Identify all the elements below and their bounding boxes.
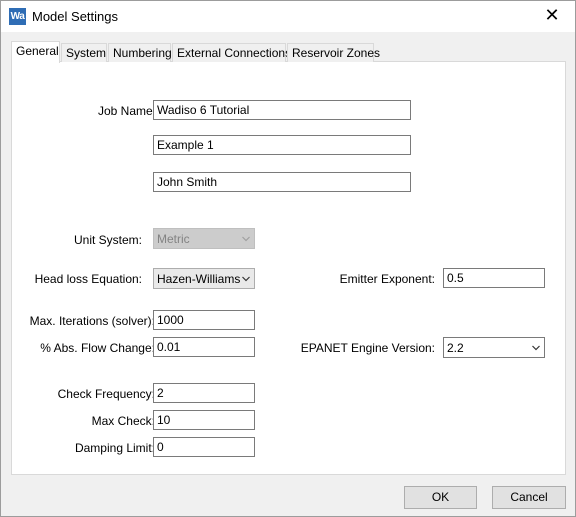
emitter-exponent-input[interactable]: 0.5 <box>443 268 545 288</box>
damping-limit-input[interactable]: 0 <box>153 437 255 457</box>
max-iterations-label: Max. Iterations (solver): <box>29 314 155 328</box>
chevron-down-icon <box>242 276 250 282</box>
check-frequency-input[interactable]: 2 <box>153 383 255 403</box>
job-name-label: Job Name: <box>97 104 156 118</box>
window-title: Model Settings <box>32 9 118 24</box>
max-check-label: Max Check: <box>91 414 155 428</box>
model-settings-dialog: Wa Model Settings ✕ Job Name: Wadiso 6 T… <box>0 0 576 517</box>
tab-reservoir-zones[interactable]: Reservoir Zones <box>287 43 380 62</box>
tab-external-connections[interactable]: External Connections <box>172 43 291 62</box>
tab-label: Numbering <box>113 46 172 60</box>
tab-system[interactable]: System <box>61 43 107 62</box>
damping-limit-label: Damping Limit: <box>74 441 155 455</box>
cancel-button[interactable]: Cancel <box>492 486 566 509</box>
tab-label: External Connections <box>177 46 292 60</box>
tab-label: Reservoir Zones <box>292 46 381 60</box>
close-icon: ✕ <box>544 5 560 25</box>
unit-system-value: Metric <box>157 232 190 246</box>
general-tab-panel: Job Name: Wadiso 6 Tutorial Example 1 Jo… <box>11 61 566 475</box>
unit-system-select[interactable]: Metric <box>153 228 255 249</box>
tab-label: System <box>66 46 107 60</box>
wadiso-app-icon: Wa <box>9 8 26 25</box>
head-loss-value: Hazen-Williams <box>157 272 241 286</box>
flow-change-label: % Abs. Flow Change: <box>40 341 155 355</box>
head-loss-label: Head loss Equation: <box>34 272 142 286</box>
ok-button[interactable]: OK <box>404 486 477 509</box>
tab-general[interactable]: General <box>11 41 60 63</box>
tab-numbering[interactable]: Numbering <box>108 43 172 62</box>
chevron-down-icon <box>532 345 540 351</box>
engine-version-label: EPANET Engine Version: <box>300 341 435 355</box>
unit-system-label: Unit System: <box>73 233 142 247</box>
emitter-exponent-label: Emitter Exponent: <box>339 272 435 286</box>
max-iterations-input[interactable]: 1000 <box>153 310 255 330</box>
head-loss-select[interactable]: Hazen-Williams <box>153 268 255 289</box>
close-button[interactable]: ✕ <box>529 1 575 32</box>
tab-label: General <box>16 44 59 58</box>
job-name-line1-input[interactable]: Wadiso 6 Tutorial <box>153 100 411 120</box>
engine-version-select[interactable]: 2.2 <box>443 337 545 358</box>
title-bar: Wa Model Settings ✕ <box>1 1 575 32</box>
job-name-line3-input[interactable]: John Smith <box>153 172 411 192</box>
engine-version-value: 2.2 <box>447 341 464 355</box>
job-name-line2-input[interactable]: Example 1 <box>153 135 411 155</box>
chevron-down-icon <box>242 236 250 242</box>
flow-change-input[interactable]: 0.01 <box>153 337 255 357</box>
max-check-input[interactable]: 10 <box>153 410 255 430</box>
check-frequency-label: Check Frequency: <box>57 387 155 401</box>
